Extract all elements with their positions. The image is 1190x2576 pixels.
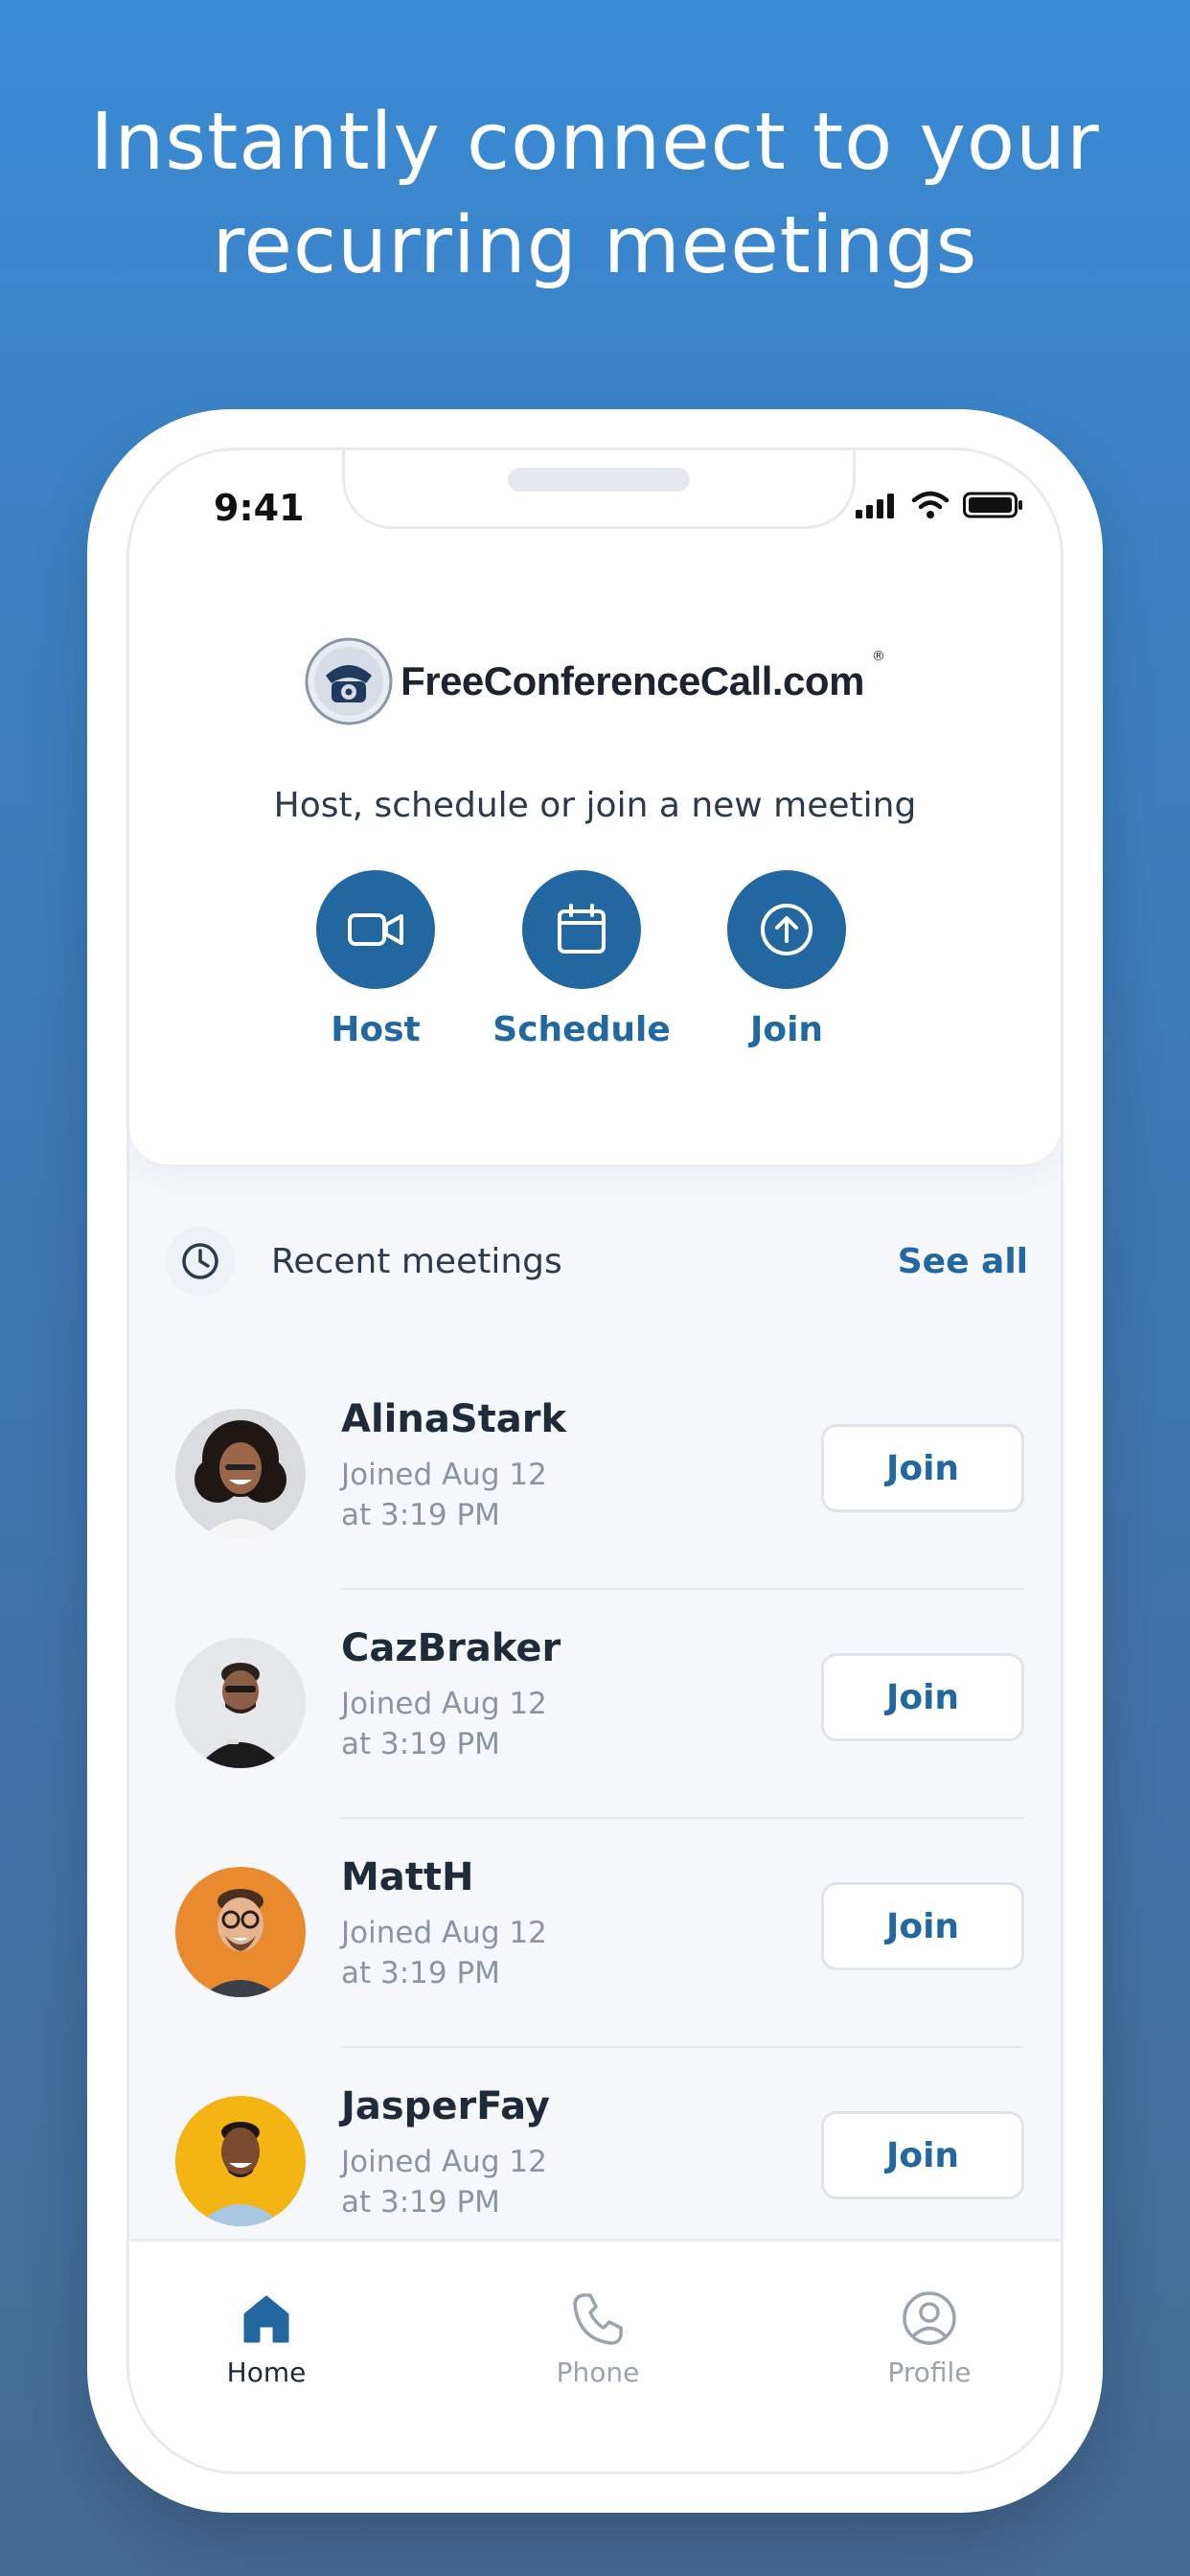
tab-phone-label: Phone	[556, 2357, 640, 2388]
row-divider	[341, 2046, 1024, 2048]
action-row: Host Schedule Join	[129, 870, 1061, 1091]
host-circle[interactable]	[316, 870, 435, 989]
meeting-host-name: CazBraker	[341, 1626, 561, 1670]
tab-home[interactable]: Home	[171, 2289, 362, 2388]
join-meeting-button[interactable]: Join	[821, 1653, 1024, 1741]
meeting-joined-time: at 3:19 PM	[341, 2185, 500, 2220]
app-screen: FreeConferenceCall.com ® Host, schedule …	[126, 448, 1064, 2474]
meeting-row: AlinaStark Joined Aug 12 at 3:19 PM Join	[129, 1397, 1061, 1639]
clock-badge	[166, 1227, 235, 1296]
avatar	[175, 2096, 306, 2226]
meeting-joined-info: Joined Aug 12 at 3:19 PM	[341, 1684, 590, 1764]
phone-icon	[573, 2293, 623, 2345]
avatar-image	[175, 1409, 306, 1539]
meeting-joined-date: Joined Aug 12	[341, 2145, 547, 2179]
schedule-button[interactable]: Schedule	[476, 870, 687, 1049]
avatar	[175, 1638, 306, 1768]
phone-logo-icon	[305, 637, 393, 725]
recent-meetings-header: Recent meetings See all	[166, 1227, 1028, 1299]
meeting-joined-time: at 3:19 PM	[341, 1727, 500, 1761]
meeting-joined-info: Joined Aug 12 at 3:19 PM	[341, 1913, 590, 1993]
home-icon	[243, 2295, 289, 2343]
home-card: FreeConferenceCall.com ® Host, schedule …	[129, 450, 1061, 1164]
clock-icon	[182, 1243, 218, 1279]
meeting-joined-info: Joined Aug 12 at 3:19 PM	[341, 1455, 590, 1535]
registered-mark: ®	[871, 649, 885, 664]
headline: Instantly connect to your recurring meet…	[0, 91, 1190, 298]
tab-profile-label: Profile	[887, 2357, 972, 2388]
meeting-host-name: MattH	[341, 1855, 474, 1899]
avatar	[175, 1409, 306, 1539]
battery-icon	[963, 492, 1022, 518]
host-label: Host	[331, 1010, 421, 1049]
meeting-host-name: JasperFay	[341, 2084, 550, 2128]
schedule-circle[interactable]	[522, 870, 641, 989]
see-all-link[interactable]: See all	[898, 1242, 1028, 1281]
join-meeting-button[interactable]: Join	[821, 1424, 1024, 1512]
avatar-image	[175, 2096, 306, 2226]
headline-line-2: recurring meetings	[212, 200, 978, 291]
meeting-row: CazBraker Joined Aug 12 at 3:19 PM Join	[129, 1626, 1061, 1868]
row-divider	[341, 1817, 1024, 1819]
device-notch	[342, 450, 856, 529]
arrow-up-circle-icon	[761, 904, 812, 955]
profile-icon	[903, 2291, 956, 2345]
headline-line-1: Instantly connect to your	[90, 97, 1100, 188]
phone-frame: FreeConferenceCall.com ® Host, schedule …	[87, 409, 1103, 2513]
meeting-host-name: AlinaStark	[341, 1397, 567, 1441]
avatar	[175, 1867, 306, 1997]
meeting-row: MattH Joined Aug 12 at 3:19 PM Join	[129, 1855, 1061, 2097]
meeting-joined-info: Joined Aug 12 at 3:19 PM	[341, 2142, 590, 2222]
calendar-icon	[558, 904, 606, 954]
status-time: 9:41	[214, 487, 305, 529]
host-button[interactable]: Host	[270, 870, 481, 1049]
avatar-image	[175, 1867, 306, 1997]
tab-home-label: Home	[226, 2357, 307, 2388]
wifi-icon	[911, 491, 950, 518]
meeting-joined-date: Joined Aug 12	[341, 1458, 547, 1492]
meeting-joined-time: at 3:19 PM	[341, 1956, 500, 1990]
home-tagline: Host, schedule or join a new meeting	[273, 786, 917, 825]
recent-meetings-title: Recent meetings	[271, 1242, 562, 1281]
meeting-joined-date: Joined Aug 12	[341, 1916, 547, 1950]
tab-phone[interactable]: Phone	[502, 2289, 694, 2388]
avatar-image	[175, 1638, 306, 1768]
schedule-label: Schedule	[492, 1010, 671, 1049]
brand-logo: FreeConferenceCall.com ®	[129, 637, 1061, 725]
speaker-grille	[508, 468, 690, 492]
tab-profile[interactable]: Profile	[834, 2289, 1025, 2388]
join-button[interactable]: Join	[681, 870, 892, 1049]
join-circle[interactable]	[727, 870, 846, 989]
join-meeting-button[interactable]: Join	[821, 1882, 1024, 1970]
join-meeting-button[interactable]: Join	[821, 2111, 1024, 2199]
meeting-joined-time: at 3:19 PM	[341, 1498, 500, 1532]
meeting-joined-date: Joined Aug 12	[341, 1687, 547, 1721]
video-camera-icon	[348, 913, 403, 946]
brand-name: FreeConferenceCall.com	[400, 658, 864, 703]
bottom-tab-bar: Home Phone Profile	[129, 2239, 1061, 2472]
status-icons	[856, 491, 1024, 519]
row-divider	[341, 1588, 1024, 1590]
signal-icon	[856, 494, 894, 518]
join-label: Join	[749, 1010, 824, 1049]
